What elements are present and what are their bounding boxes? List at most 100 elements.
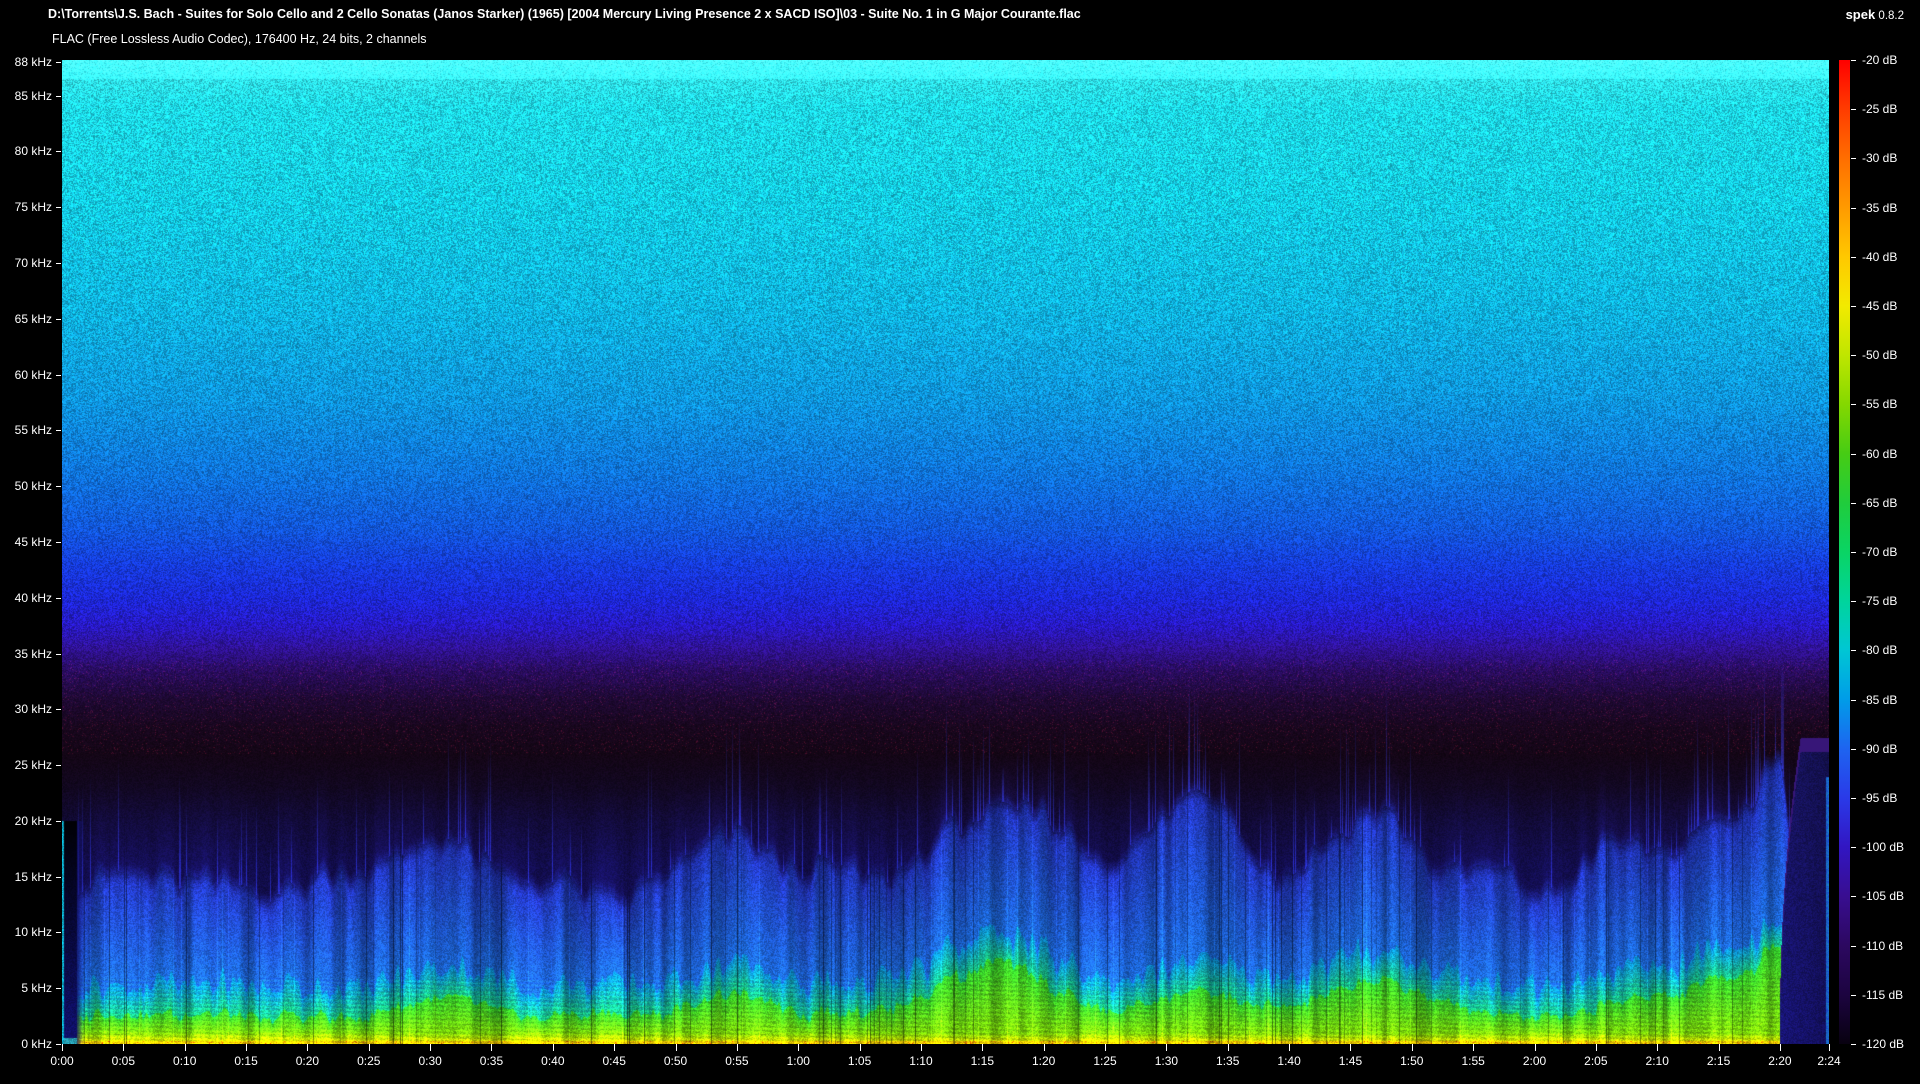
freq-axis-label: 40 kHz bbox=[14, 590, 52, 605]
time-axis-label: 2:00 bbox=[1522, 1054, 1547, 1068]
legend-color-bar bbox=[1839, 60, 1850, 1044]
freq-tick bbox=[56, 319, 61, 320]
db-tick bbox=[1851, 552, 1856, 553]
time-axis-label: 0:15 bbox=[234, 1054, 258, 1068]
db-axis-label: -40 dB bbox=[1862, 249, 1898, 264]
time-tick bbox=[1289, 1044, 1290, 1051]
time-tick bbox=[246, 1044, 247, 1051]
freq-tick bbox=[56, 375, 61, 376]
db-tick bbox=[1851, 60, 1856, 61]
db-tick bbox=[1851, 896, 1856, 897]
db-tick bbox=[1851, 798, 1856, 799]
db-axis-label: -60 dB bbox=[1862, 446, 1898, 461]
time-tick bbox=[553, 1044, 554, 1051]
spectrogram-canvas bbox=[62, 60, 1829, 1044]
time-axis-label: 1:10 bbox=[909, 1054, 933, 1068]
time-tick bbox=[1780, 1044, 1781, 1051]
spek-window: D:\Torrents\J.S. Bach - Suites for Solo … bbox=[0, 0, 1920, 1084]
db-axis-label: -95 dB bbox=[1862, 791, 1898, 805]
db-tick bbox=[1851, 306, 1856, 307]
db-tick bbox=[1851, 503, 1856, 504]
freq-tick bbox=[56, 598, 61, 599]
db-axis-label: -80 dB bbox=[1862, 643, 1898, 658]
time-axis-label: 1:50 bbox=[1400, 1054, 1424, 1068]
time-tick bbox=[1596, 1044, 1597, 1051]
db-axis-label: -115 dB bbox=[1862, 987, 1904, 1002]
db-tick bbox=[1851, 847, 1856, 848]
time-tick bbox=[1829, 1044, 1830, 1051]
freq-axis-label: 25 kHz bbox=[14, 758, 52, 773]
db-tick bbox=[1851, 208, 1856, 209]
freq-axis-label: 55 kHz bbox=[14, 423, 52, 438]
time-axis-label: 2:20 bbox=[1768, 1054, 1792, 1068]
time-tick bbox=[123, 1044, 124, 1051]
time-axis-label: 0:55 bbox=[725, 1054, 749, 1068]
time-tick bbox=[1657, 1044, 1658, 1051]
time-axis-label: 1:30 bbox=[1154, 1054, 1179, 1068]
time-tick bbox=[369, 1044, 370, 1051]
time-axis-label: 1:20 bbox=[1031, 1054, 1056, 1068]
freq-axis-label: 60 kHz bbox=[14, 367, 52, 382]
freq-tick bbox=[56, 430, 61, 431]
freq-axis-label: 30 kHz bbox=[14, 702, 52, 717]
db-axis-label: -85 dB bbox=[1862, 692, 1898, 707]
freq-tick bbox=[56, 486, 61, 487]
freq-axis-label: 35 kHz bbox=[14, 646, 52, 661]
freq-tick bbox=[56, 151, 61, 152]
freq-tick bbox=[56, 207, 61, 208]
freq-tick bbox=[56, 542, 61, 543]
db-axis-label: -120 dB bbox=[1862, 1037, 1905, 1051]
time-tick bbox=[1350, 1044, 1351, 1051]
time-axis-label: 0:00 bbox=[50, 1054, 74, 1068]
time-axis-label: 2:05 bbox=[1584, 1054, 1608, 1068]
freq-tick bbox=[56, 932, 61, 933]
freq-tick bbox=[56, 263, 61, 264]
db-tick bbox=[1851, 355, 1856, 356]
db-axis-label: -100 dB bbox=[1862, 840, 1905, 855]
time-axis-label: 0:50 bbox=[663, 1054, 688, 1068]
freq-axis-label: 65 kHz bbox=[14, 311, 52, 326]
db-tick bbox=[1851, 700, 1856, 701]
freq-axis-label: 88 kHz bbox=[14, 55, 52, 70]
time-axis-label: 2:15 bbox=[1706, 1054, 1731, 1068]
db-tick bbox=[1851, 109, 1856, 110]
freq-axis-label: 10 kHz bbox=[14, 925, 52, 940]
time-axis-label: 0:40 bbox=[541, 1054, 565, 1068]
time-axis-label: 0:25 bbox=[357, 1054, 381, 1068]
freq-axis-label: 15 kHz bbox=[14, 869, 52, 884]
time-axis-label: 0:45 bbox=[602, 1054, 626, 1068]
db-axis-label: -110 dB bbox=[1862, 938, 1904, 953]
time-axis-label: 0:10 bbox=[173, 1054, 197, 1068]
time-axis-label: 1:45 bbox=[1338, 1054, 1363, 1068]
db-axis-label: -70 dB bbox=[1862, 545, 1898, 559]
freq-axis-label: 50 kHz bbox=[14, 479, 52, 494]
db-axis-label: -105 dB bbox=[1862, 889, 1905, 904]
freq-tick bbox=[56, 709, 61, 710]
db-axis-label: -45 dB bbox=[1862, 299, 1898, 313]
db-axis-label: -35 dB bbox=[1862, 200, 1898, 215]
db-tick bbox=[1851, 404, 1856, 405]
time-axis-label: 1:25 bbox=[1093, 1054, 1117, 1068]
freq-tick bbox=[56, 62, 61, 63]
freq-tick bbox=[56, 765, 61, 766]
db-tick bbox=[1851, 454, 1856, 455]
freq-axis-label: 20 kHz bbox=[14, 813, 52, 828]
freq-tick bbox=[56, 821, 61, 822]
time-axis-label: 2:24 bbox=[1817, 1054, 1841, 1068]
db-tick bbox=[1851, 1044, 1856, 1045]
db-tick bbox=[1851, 257, 1856, 258]
db-axis-label: -20 dB bbox=[1862, 53, 1898, 67]
freq-axis-label: 80 kHz bbox=[14, 144, 52, 159]
db-axis-label: -30 dB bbox=[1862, 151, 1898, 166]
time-tick bbox=[1105, 1044, 1106, 1051]
db-axis-label: -65 dB bbox=[1862, 495, 1898, 510]
db-tick bbox=[1851, 995, 1856, 996]
freq-axis-label: 5 kHz bbox=[21, 981, 52, 996]
time-tick bbox=[62, 1044, 63, 1051]
time-axis-label: 1:00 bbox=[786, 1054, 810, 1068]
time-tick bbox=[614, 1044, 615, 1051]
time-tick bbox=[1166, 1044, 1167, 1051]
time-axis-label: 2:10 bbox=[1645, 1054, 1669, 1068]
app-name: spek bbox=[1845, 7, 1876, 22]
freq-axis-label: 85 kHz bbox=[14, 88, 52, 103]
